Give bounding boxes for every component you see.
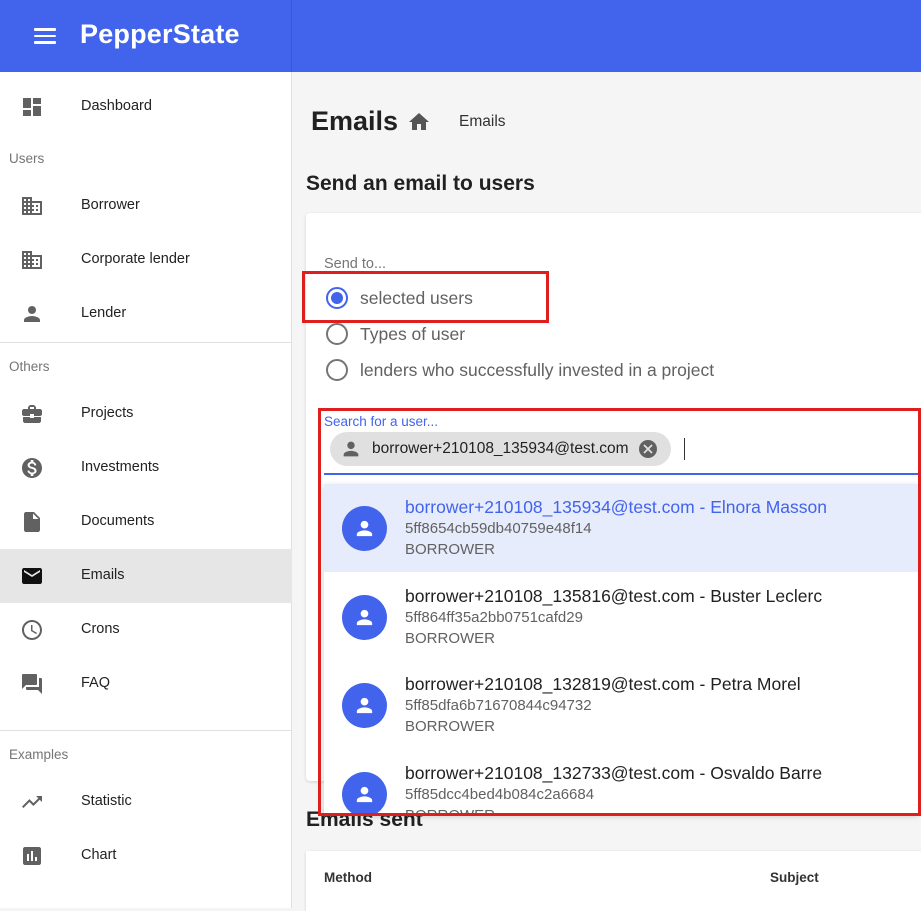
sidebar-item-label: Documents (81, 513, 155, 529)
sidebar-item-documents[interactable]: Documents (0, 495, 292, 549)
forum-icon (22, 674, 42, 694)
radio-label-types-of-user[interactable]: Types of user (360, 324, 465, 345)
radio-label-successful-lenders[interactable]: lenders who successfully invested in a p… (360, 360, 714, 381)
sidebar-item-borrower[interactable]: Borrower (0, 179, 292, 233)
app-bar: PepperState (0, 0, 921, 72)
sidebar-item-label: Lender (81, 305, 127, 321)
section-label-examples: Examples (9, 747, 69, 762)
sidebar-item-label: Emails (81, 567, 125, 583)
clock-icon (22, 620, 42, 640)
divider (0, 342, 292, 343)
sidebar-item-emails[interactable]: Emails (0, 549, 292, 603)
menu-icon[interactable] (34, 28, 56, 44)
sidebar-item-chart[interactable]: Chart (0, 829, 292, 883)
person-icon (24, 306, 40, 322)
sidebar-item-statistic[interactable]: Statistic (0, 775, 292, 829)
building-icon (22, 197, 42, 215)
sidebar-item-label: Chart (81, 847, 117, 863)
column-header-method[interactable]: Method (324, 870, 372, 885)
radio-successful-lenders[interactable] (326, 359, 348, 381)
mail-icon (22, 568, 42, 584)
brand-title[interactable]: PepperState (80, 19, 240, 50)
sidebar-item-label: Dashboard (81, 98, 152, 114)
building-icon (22, 251, 42, 269)
document-icon (24, 512, 40, 532)
sidebar-item-investments[interactable]: Investments (0, 441, 292, 495)
radio-types-of-user[interactable] (326, 323, 348, 345)
bar-chart-icon (23, 847, 41, 865)
home-icon[interactable] (407, 110, 431, 134)
section-label-users: Users (9, 151, 45, 166)
sidebar: Dashboard Users Borrower Corporate lende… (0, 72, 292, 908)
sidebar-item-corporate-lender[interactable]: Corporate lender (0, 233, 292, 287)
page-title: Emails (311, 106, 399, 136)
divider (0, 730, 292, 731)
send-to-label: Send to... (324, 256, 387, 272)
dollar-icon (22, 458, 42, 478)
trending-up-icon (22, 796, 42, 808)
highlight-box-radio (302, 271, 549, 323)
sidebar-item-projects[interactable]: Projects (0, 387, 292, 441)
breadcrumb: Emails (459, 113, 506, 130)
sidebar-item-faq[interactable]: FAQ (0, 657, 292, 711)
sidebar-item-label: Borrower (81, 197, 140, 213)
sidebar-item-label: Corporate lender (81, 251, 190, 267)
briefcase-icon (22, 405, 42, 423)
sidebar-item-label: FAQ (81, 675, 111, 691)
emails-sent-table: Method Subject (306, 851, 921, 911)
sidebar-item-crons[interactable]: Crons (0, 603, 292, 657)
sidebar-item-label: Investments (81, 459, 160, 475)
send-email-heading: Send an email to users (306, 172, 535, 195)
dashboard-icon (23, 98, 41, 116)
column-header-subject[interactable]: Subject (770, 870, 819, 885)
sidebar-item-label: Crons (81, 621, 120, 637)
sidebar-item-lender[interactable]: Lender (0, 287, 292, 341)
sidebar-item-dashboard[interactable]: Dashboard (0, 80, 292, 134)
sidebar-item-label: Statistic (81, 793, 132, 809)
section-label-others: Others (9, 359, 50, 374)
sidebar-item-label: Projects (81, 405, 134, 421)
highlight-box-search (318, 408, 921, 816)
app-bar-brand-area: PepperState (0, 0, 292, 72)
